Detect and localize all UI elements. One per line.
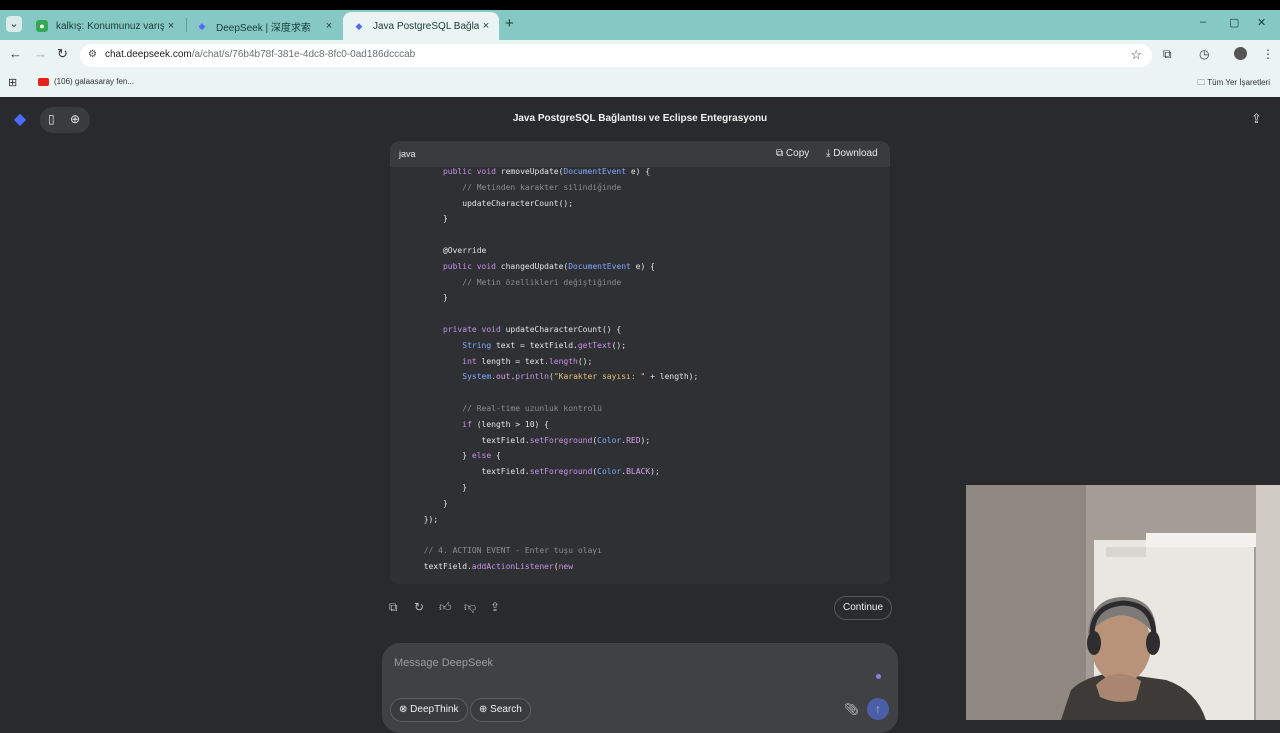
message-input[interactable]: Message DeepSeek	[394, 657, 493, 669]
download-label: Download	[833, 148, 878, 159]
code-line: if (length > 10) {	[462, 419, 549, 429]
tab-close-icon[interactable]: ×	[479, 20, 493, 32]
tab-deepseek[interactable]: ◆ DeepSeek | 深度求索 ×	[186, 12, 342, 40]
forward-icon[interactable]: →	[34, 46, 47, 61]
menu-icon[interactable]: ⋮	[1262, 47, 1274, 61]
minimize-icon[interactable]: –	[1200, 16, 1206, 28]
code-line: }	[390, 293, 448, 303]
code-line: String text = textField.getText();	[462, 340, 627, 350]
code-block: public void removeUpdate(DocumentEvent e…	[390, 167, 890, 584]
tab-title: kalkış: Konumunuz varış: Ayvan	[56, 20, 164, 32]
download-code-button[interactable]: ⤓ Download	[826, 148, 878, 159]
code-line: public void removeUpdate(DocumentEvent e…	[442, 167, 651, 176]
back-icon[interactable]: ←	[9, 46, 22, 61]
code-line: System.out.println("Karakter sayısı: " +…	[462, 372, 699, 382]
reload-icon[interactable]: ↻	[57, 46, 68, 62]
bookmark-star-icon[interactable]: ☆	[1130, 47, 1142, 63]
code-line: } else {	[390, 451, 501, 461]
copy-label: Copy	[785, 148, 810, 159]
profile-avatar[interactable]	[1234, 47, 1247, 60]
code-line: }	[390, 498, 448, 508]
deepthink-label: DeepThink	[410, 704, 459, 715]
close-window-icon[interactable]: ✕	[1257, 16, 1266, 29]
webcam-overlay	[966, 485, 1280, 720]
deepseek-logo-icon[interactable]: ◆	[10, 110, 30, 130]
code-line: });	[390, 514, 439, 524]
tab-title: DeepSeek | 深度求索	[216, 22, 311, 34]
screen-top-strip	[0, 0, 1280, 10]
deepthink-button[interactable]: ⊗ DeepThink	[390, 698, 468, 722]
deepseek-icon: ◆	[198, 20, 206, 31]
tab-maps[interactable]: ● kalkış: Konumunuz varış: Ayvan ×	[26, 12, 184, 40]
all-bookmarks[interactable]: 🗀 Tüm Yer İşaretleri	[1197, 77, 1270, 91]
bookmarks-bar	[0, 72, 1280, 97]
code-block-header: java ⧉ Copy ⤓ Download	[390, 141, 890, 167]
code-line: textField.addActionListener(new	[390, 562, 574, 571]
site-info-icon[interactable]: ⚙	[88, 49, 97, 60]
tab-close-icon[interactable]: ×	[322, 20, 336, 32]
webcam-picture	[966, 485, 1280, 720]
code-line: public void changedUpdate(DocumentEvent …	[442, 261, 655, 271]
share-icon[interactable]: ⇪	[1251, 111, 1262, 127]
code-line: textField.setForeground(Color.BLACK);	[390, 467, 660, 477]
sidebar-controls: ▯ ⊕	[40, 107, 90, 133]
chat-title: Java PostgreSQL Bağlantısı ve Eclipse En…	[512, 113, 768, 124]
code-line: }	[390, 214, 448, 224]
code-line: }	[390, 483, 468, 492]
tab-search-button[interactable]: ⌄	[6, 16, 22, 32]
search-button[interactable]: ⊕ Search	[470, 698, 531, 722]
code-line: @Override	[390, 246, 487, 255]
copy-icon[interactable]: ⧉	[389, 600, 398, 615]
address-bar[interactable]: ⚙ chat.deepseek.com/a/chat/s/76b4b78f-38…	[80, 44, 1152, 67]
tab-close-icon[interactable]: ×	[164, 20, 178, 32]
youtube-icon	[38, 78, 49, 86]
history-icon[interactable]: ◷	[1199, 47, 1209, 61]
share-response-icon[interactable]: ⇪	[490, 600, 500, 614]
extensions-icon[interactable]: ⧉	[1163, 47, 1172, 62]
new-chat-icon[interactable]: ⊕	[70, 112, 80, 126]
sidebar-toggle-icon[interactable]: ▯	[48, 112, 55, 126]
code-line: // Metinden karakter silindiğinde	[462, 182, 622, 192]
code-line: textField.setForeground(Color.RED);	[390, 435, 651, 445]
apps-grid-icon[interactable]: ⊞	[8, 76, 17, 89]
url-text: chat.deepseek.com/a/chat/s/76b4b78f-381e…	[105, 49, 416, 60]
code-language: java	[399, 149, 416, 159]
code-line: int length = text.length();	[462, 356, 593, 366]
maps-icon: ●	[36, 20, 48, 32]
bookmark-item[interactable]: (106) galaasaray fen...	[54, 77, 134, 86]
send-button[interactable]: ↑	[867, 698, 889, 720]
continue-button[interactable]: Continue	[834, 596, 892, 620]
code-line: // Metin özellikleri değiştiğinde	[462, 277, 622, 287]
thumbs-down-icon[interactable]: 👎︎	[464, 600, 476, 615]
search-label: Search	[490, 704, 522, 715]
tab-title: Java PostgreSQL Bağlantısı ve E	[373, 20, 479, 32]
attach-icon[interactable]: 📎︎	[844, 702, 859, 716]
code-line: updateCharacterCount();	[390, 198, 574, 208]
thumbs-up-icon[interactable]: 👍︎	[439, 600, 452, 615]
copy-code-button[interactable]: ⧉ Copy	[776, 148, 809, 159]
maximize-icon[interactable]: ▢	[1229, 16, 1239, 29]
regenerate-icon[interactable]: ↻	[414, 600, 424, 614]
new-tab-button[interactable]: +	[505, 16, 514, 32]
status-dot	[876, 674, 881, 679]
code-line: private void updateCharacterCount() {	[442, 325, 622, 334]
code-line: // Real-time uzunluk kontrolü	[462, 404, 602, 413]
deepseek-icon: ◆	[355, 20, 363, 31]
tab-java-postgresql[interactable]: ◆ Java PostgreSQL Bağlantısı ve E ×	[343, 12, 499, 40]
all-bookmarks-label: Tüm Yer İşaretleri	[1207, 78, 1270, 87]
code-line: // 4. ACTION EVENT - Enter tuşu olayı	[423, 546, 602, 556]
